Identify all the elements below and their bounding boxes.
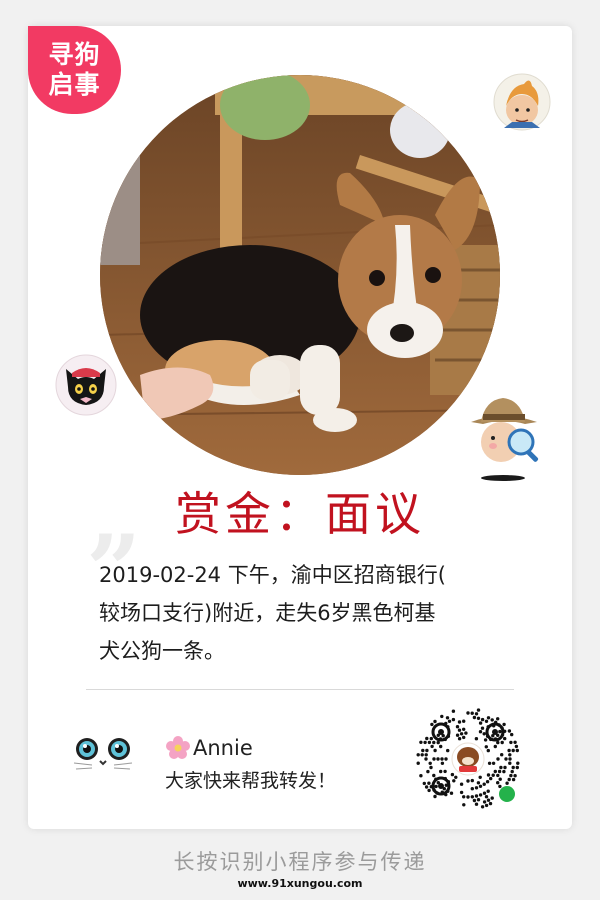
footer-site-link[interactable]: www.91xungou.com bbox=[0, 877, 600, 890]
detective-icon bbox=[463, 392, 545, 484]
poster-name-text: Annie bbox=[193, 736, 253, 760]
cat-face-icon bbox=[72, 733, 134, 775]
description-line: 犬公狗一条。 bbox=[99, 639, 225, 663]
divider bbox=[86, 689, 514, 690]
qr-code[interactable] bbox=[411, 702, 525, 816]
lost-dog-badge: 寻狗 启事 bbox=[28, 26, 121, 114]
cat-avatar-icon bbox=[54, 353, 118, 417]
mini-program-icon bbox=[499, 786, 515, 802]
flower-icon bbox=[165, 735, 191, 761]
poster-name: Annie bbox=[165, 735, 253, 761]
dog-photo bbox=[100, 75, 500, 475]
badge-line-2: 启事 bbox=[48, 70, 101, 99]
tintin-avatar-icon bbox=[492, 72, 552, 132]
description-line: 2019-02-24 下午，渝中区招商银行( bbox=[99, 563, 446, 587]
footer-hint: 长按识别小程序参与传递 bbox=[173, 850, 427, 874]
share-message: 大家快来帮我转发！ bbox=[165, 770, 337, 792]
lost-dog-description: 2019-02-24 下午，渝中区招商银行( 较场口支行)附近，走失6岁黑色柯基… bbox=[99, 556, 501, 670]
description-line: 较场口支行)附近，走失6岁黑色柯基 bbox=[99, 601, 436, 625]
badge-line-1: 寻狗 bbox=[48, 40, 101, 69]
